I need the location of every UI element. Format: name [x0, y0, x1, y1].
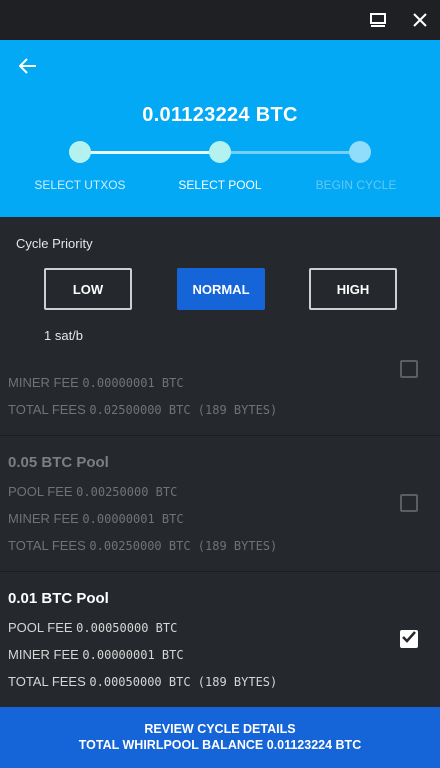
- pool-name: 0.05 BTC Pool: [8, 454, 109, 471]
- pool-item-001[interactable]: 0.01 BTC Pool POOL FEE 0.00050000 BTC MI…: [0, 572, 440, 708]
- step-label-begin-cycle: BEGIN CYCLE: [315, 178, 397, 192]
- step-connector-done: [90, 151, 210, 154]
- close-icon[interactable]: [406, 6, 434, 34]
- total-balance-label: TOTAL WHIRLPOOL BALANCE 0.01123224 BTC: [78, 738, 362, 752]
- review-cycle-button[interactable]: REVIEW CYCLE DETAILS TOTAL WHIRLPOOL BAL…: [0, 707, 440, 768]
- pool-name: 0.01 BTC Pool: [8, 590, 109, 607]
- total-fees-line: TOTAL FEES 0.00250000 BTC (189 BYTES): [8, 538, 278, 553]
- total-fees-line: TOTAL FEES 0.02500000 BTC (189 BYTES): [8, 402, 278, 417]
- pool-item-partial[interactable]: MINER FEE 0.00000001 BTC TOTAL FEES 0.02…: [0, 352, 440, 436]
- miner-fee-line: MINER FEE 0.00000001 BTC: [8, 511, 184, 526]
- back-button[interactable]: [14, 56, 42, 80]
- cycle-priority-title: Cycle Priority: [16, 236, 93, 251]
- pool-checkbox[interactable]: [400, 360, 418, 378]
- review-cycle-label: REVIEW CYCLE DETAILS: [144, 722, 296, 736]
- wizard-header: 0.01123224 BTC SELECT UTXOS SELECT POOL …: [0, 40, 440, 217]
- step-dot-begin-cycle: [349, 141, 371, 163]
- step-connector-pending: [230, 151, 350, 154]
- pool-checkbox[interactable]: [400, 630, 418, 648]
- checkmark-icon: [402, 630, 416, 648]
- step-label-select-pool: SELECT POOL: [178, 178, 262, 192]
- pool-checkbox[interactable]: [400, 494, 418, 512]
- arrow-left-icon: [18, 57, 37, 79]
- step-dot-select-pool: [209, 141, 231, 163]
- pool-item-005[interactable]: 0.05 BTC Pool POOL FEE 0.00250000 BTC MI…: [0, 436, 440, 572]
- priority-high-button[interactable]: HIGH: [309, 268, 397, 310]
- step-progress: [0, 140, 440, 164]
- fee-rate-label: 1 sat/b: [44, 328, 84, 343]
- total-fees-line: TOTAL FEES 0.00050000 BTC (189 BYTES): [8, 674, 278, 689]
- cycle-amount: 0.01123224 BTC: [142, 104, 298, 126]
- window-titlebar: [0, 0, 440, 40]
- maximize-icon[interactable]: [364, 6, 392, 34]
- pool-fee-line: POOL FEE 0.00250000 BTC: [8, 484, 178, 499]
- priority-low-button[interactable]: LOW: [44, 268, 132, 310]
- priority-normal-button[interactable]: NORMAL: [177, 268, 265, 310]
- step-label-select-utxos: SELECT UTXOS: [34, 178, 126, 192]
- miner-fee-line: MINER FEE 0.00000001 BTC: [8, 375, 184, 390]
- step-dot-select-utxos: [69, 141, 91, 163]
- pool-fee-line: POOL FEE 0.00050000 BTC: [8, 620, 178, 635]
- miner-fee-line: MINER FEE 0.00000001 BTC: [8, 647, 184, 662]
